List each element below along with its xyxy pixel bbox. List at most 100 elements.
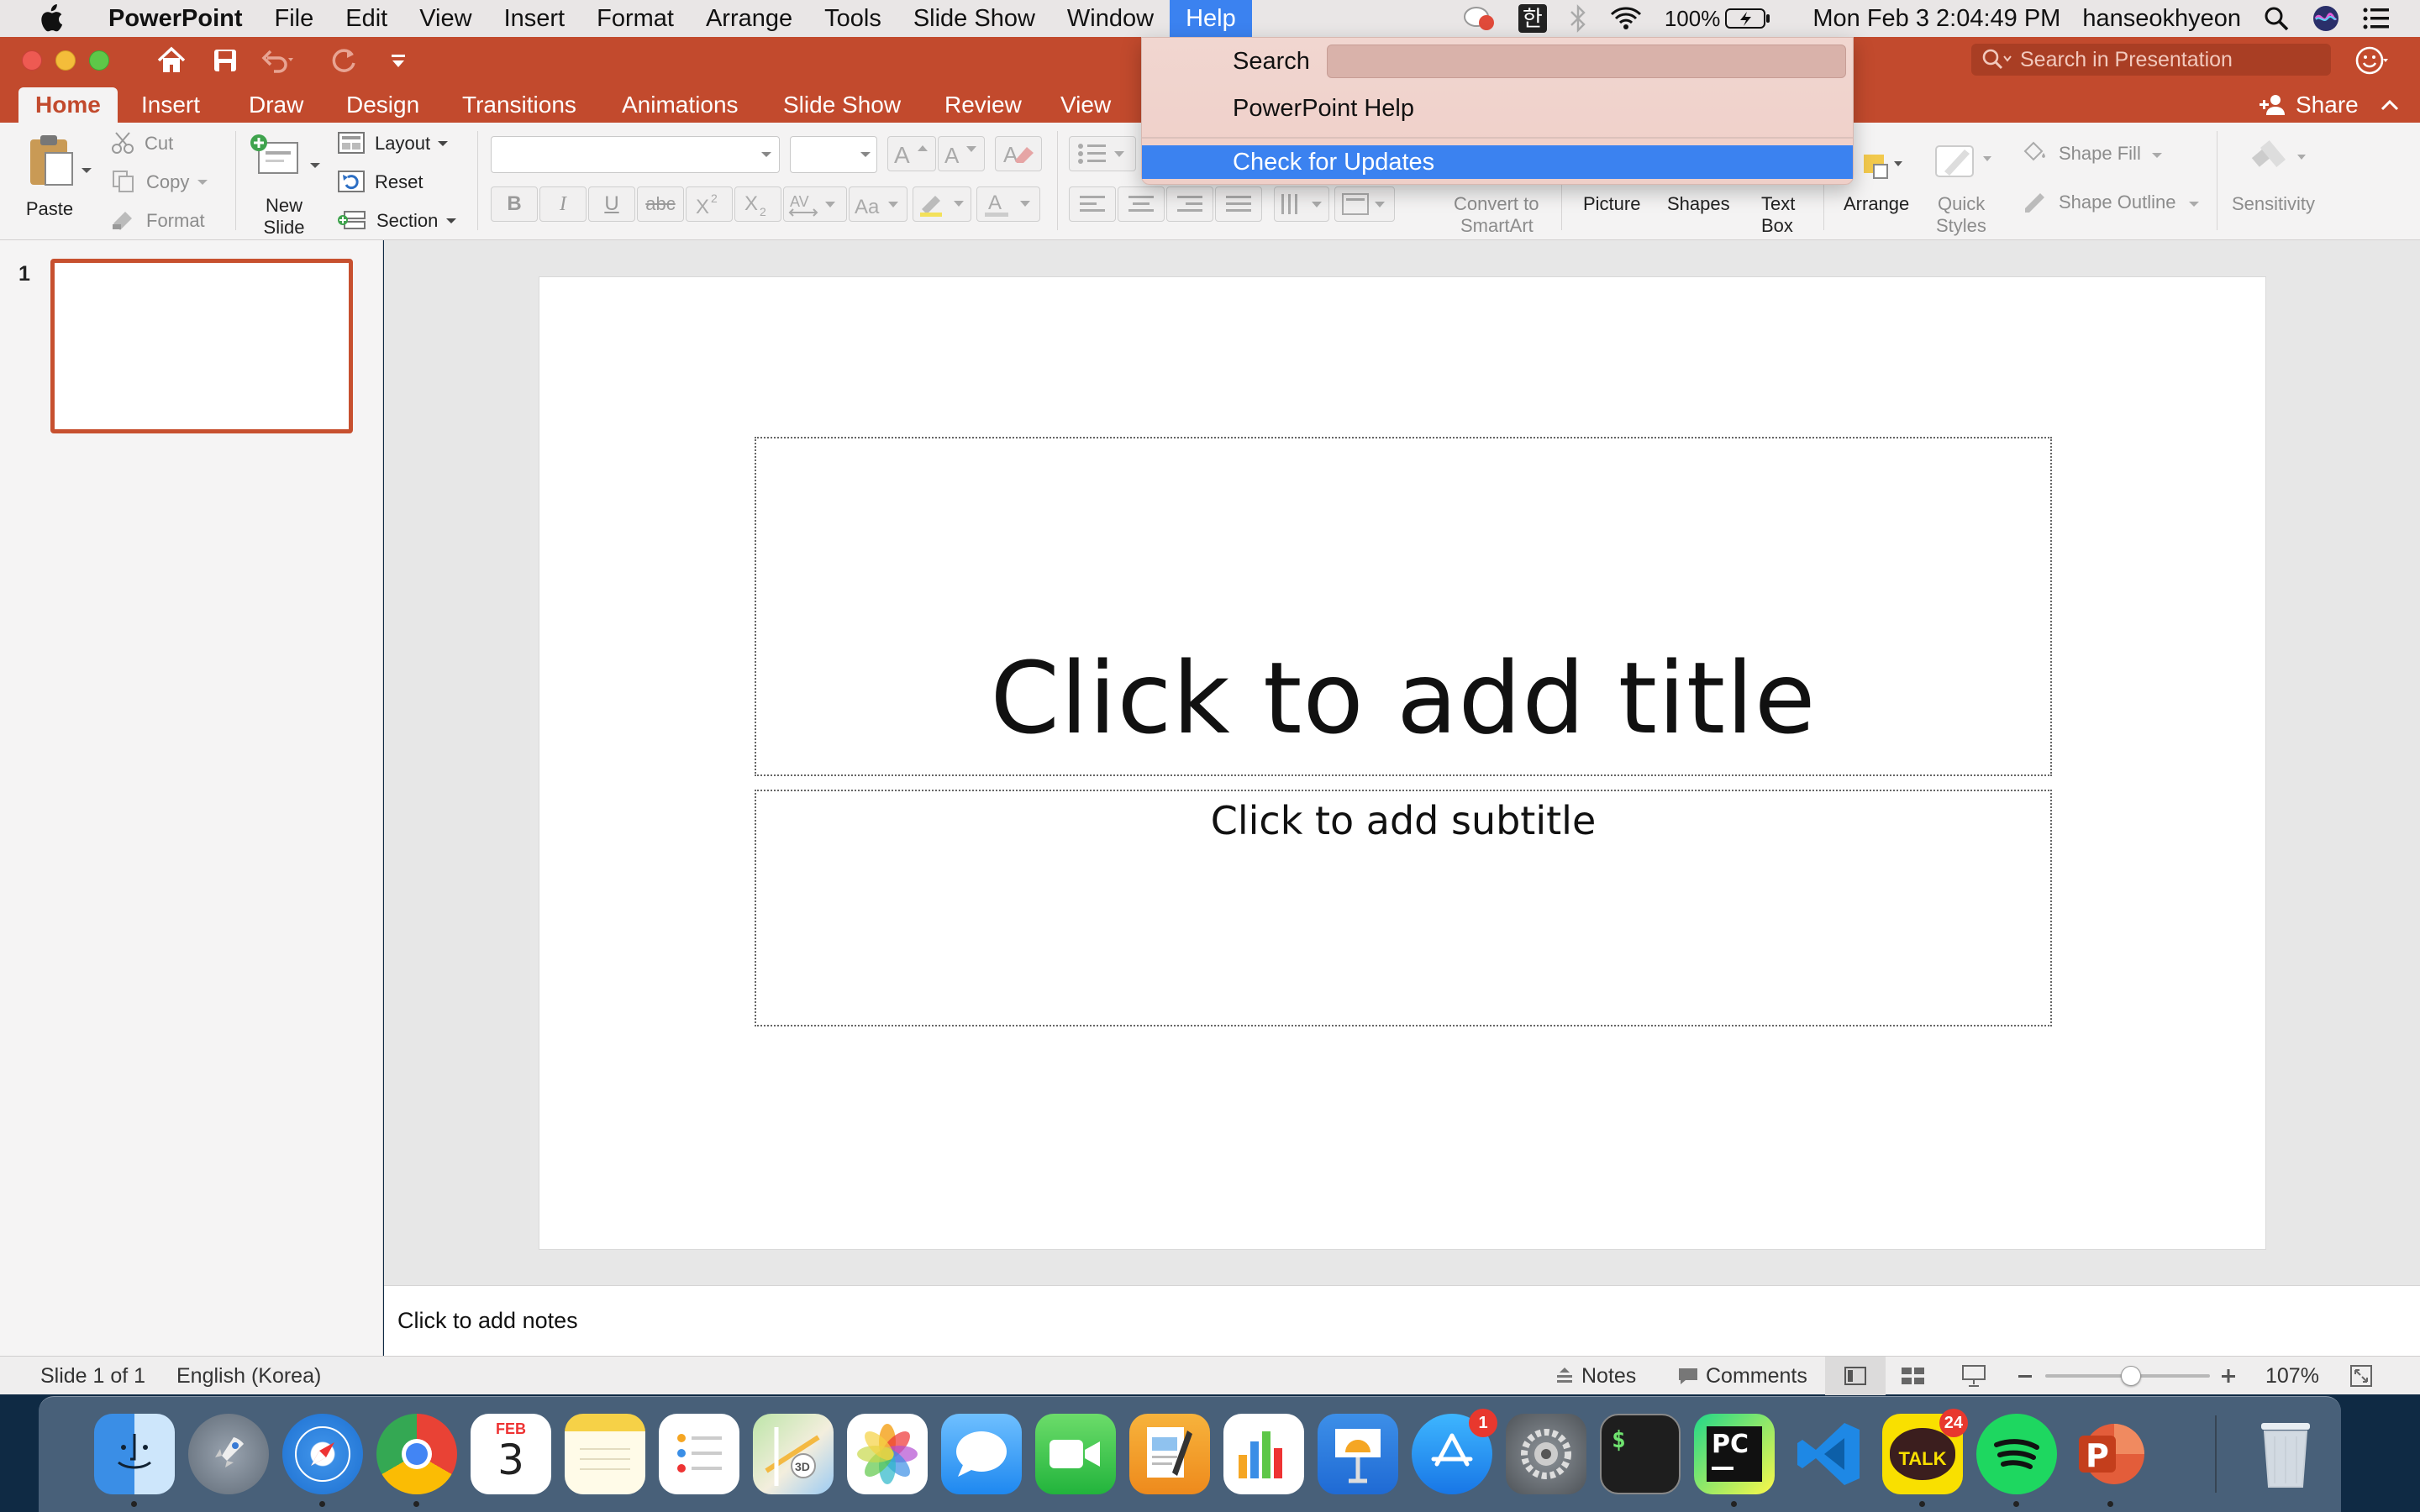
subscript-button[interactable]: X2 bbox=[734, 186, 781, 222]
fit-to-window-button[interactable] bbox=[2349, 1357, 2373, 1395]
menu-help[interactable]: Help bbox=[1170, 0, 1252, 37]
quick-styles-button[interactable]: Quick Styles bbox=[1928, 131, 2003, 240]
user-name[interactable]: hanseokhyeon bbox=[2071, 0, 2252, 37]
zoom-level[interactable]: 107% bbox=[2265, 1357, 2319, 1395]
vscode-icon[interactable] bbox=[1788, 1414, 1869, 1494]
tab-transitions[interactable]: Transitions bbox=[445, 87, 593, 123]
help-menu-item-check-for-updates[interactable]: Check for Updates bbox=[1142, 145, 1853, 179]
text-box-button[interactable]: Text Box bbox=[1756, 193, 1802, 240]
battery-status[interactable]: 100% bbox=[1654, 0, 1784, 37]
font-color-button[interactable]: A bbox=[976, 186, 1040, 222]
zoom-window-button[interactable] bbox=[89, 50, 109, 71]
siri-icon[interactable] bbox=[2301, 0, 2351, 37]
notes-pane[interactable]: Click to add notes bbox=[384, 1285, 2420, 1356]
tab-animations[interactable]: Animations bbox=[605, 87, 755, 123]
notes-toggle-button[interactable]: Notes bbox=[1555, 1357, 1636, 1395]
convert-smartart-label-1[interactable]: Convert to bbox=[1454, 193, 1539, 215]
format-painter-button[interactable]: Format bbox=[111, 208, 220, 234]
paste-button[interactable]: Paste bbox=[15, 131, 92, 223]
tab-slide-show[interactable]: Slide Show bbox=[766, 87, 918, 123]
tab-design[interactable]: Design bbox=[329, 87, 436, 123]
shapes-button[interactable]: Shapes bbox=[1667, 193, 1730, 215]
terminal-icon[interactable]: $ bbox=[1600, 1414, 1681, 1494]
bold-button[interactable]: B bbox=[491, 186, 538, 222]
trash-icon[interactable] bbox=[2245, 1414, 2326, 1494]
align-right-button[interactable] bbox=[1166, 186, 1213, 222]
datetime[interactable]: Mon Feb 3 2:04:49 PM bbox=[1802, 0, 2071, 37]
decrease-font-size-button[interactable]: A bbox=[938, 136, 985, 171]
subtitle-placeholder[interactable]: Click to add subtitle bbox=[755, 790, 2052, 1026]
tab-draw[interactable]: Draw bbox=[232, 87, 320, 123]
pycharm-icon[interactable]: PC bbox=[1694, 1414, 1775, 1494]
safari-icon[interactable] bbox=[282, 1414, 363, 1494]
wifi-icon[interactable] bbox=[1598, 0, 1654, 37]
tab-review[interactable]: Review bbox=[928, 87, 1039, 123]
change-case-button[interactable]: Aa bbox=[849, 186, 908, 222]
input-source-icon[interactable]: 한 bbox=[1507, 0, 1558, 37]
increase-font-size-button[interactable]: A bbox=[887, 136, 936, 171]
launchpad-icon[interactable] bbox=[188, 1414, 269, 1494]
powerpoint-icon[interactable]: P bbox=[2070, 1414, 2151, 1494]
chrome-icon[interactable] bbox=[376, 1414, 457, 1494]
facetime-icon[interactable] bbox=[1035, 1414, 1116, 1494]
slide-thumbnail[interactable] bbox=[50, 259, 353, 433]
reading-view-button[interactable] bbox=[1961, 1357, 1986, 1395]
align-center-button[interactable] bbox=[1118, 186, 1165, 222]
pages-icon[interactable] bbox=[1129, 1414, 1210, 1494]
share-button[interactable]: Share bbox=[2259, 87, 2401, 123]
search-in-presentation[interactable]: Search in Presentation bbox=[1971, 44, 2331, 76]
menu-insert[interactable]: Insert bbox=[488, 0, 581, 37]
home-icon[interactable] bbox=[155, 45, 188, 76]
menu-view[interactable]: View bbox=[403, 0, 487, 37]
menu-edit[interactable]: Edit bbox=[329, 0, 403, 37]
spotlight-search-icon[interactable] bbox=[2252, 0, 2301, 37]
menu-file[interactable]: File bbox=[259, 0, 330, 37]
slide-canvas[interactable]: Click to add title Click to add subtitle bbox=[539, 277, 2265, 1249]
app-store-icon[interactable]: 1 bbox=[1412, 1409, 1497, 1494]
picture-button[interactable]: Picture bbox=[1583, 193, 1640, 215]
shape-fill-button[interactable]: Shape Fill bbox=[2020, 139, 2180, 168]
title-placeholder[interactable]: Click to add title bbox=[755, 437, 2052, 776]
align-left-button[interactable] bbox=[1069, 186, 1116, 222]
font-size-dropdown[interactable] bbox=[790, 136, 877, 173]
justify-button[interactable] bbox=[1215, 186, 1262, 222]
columns-button[interactable] bbox=[1274, 186, 1329, 222]
strikethrough-button[interactable]: abc bbox=[637, 186, 684, 222]
messages-icon[interactable] bbox=[941, 1414, 1022, 1494]
bluetooth-icon[interactable] bbox=[1558, 0, 1598, 37]
layout-button[interactable]: Layout bbox=[338, 131, 455, 156]
character-spacing-button[interactable]: AV bbox=[783, 186, 847, 222]
italic-button[interactable]: I bbox=[539, 186, 587, 222]
language-status[interactable]: English (Korea) bbox=[176, 1357, 321, 1395]
finder-icon[interactable] bbox=[94, 1414, 175, 1494]
chevron-up-icon[interactable] bbox=[2379, 97, 2401, 113]
font-name-dropdown[interactable] bbox=[491, 136, 780, 173]
tab-home[interactable]: Home bbox=[18, 87, 118, 123]
notes-app-icon[interactable] bbox=[565, 1414, 645, 1494]
zoom-slider[interactable] bbox=[2045, 1357, 2210, 1395]
reminders-icon[interactable] bbox=[659, 1414, 739, 1494]
zoom-slider-thumb[interactable] bbox=[2121, 1366, 2141, 1386]
tab-view[interactable]: View bbox=[1044, 87, 1128, 123]
redo-icon[interactable] bbox=[328, 45, 361, 76]
menu-tools[interactable]: Tools bbox=[808, 0, 897, 37]
menu-format[interactable]: Format bbox=[581, 0, 690, 37]
copy-button[interactable]: Copy bbox=[111, 170, 220, 195]
close-window-button[interactable] bbox=[22, 50, 42, 71]
calendar-icon[interactable]: FEB 3 bbox=[471, 1414, 551, 1494]
photos-icon[interactable] bbox=[847, 1414, 928, 1494]
comments-toggle-button[interactable]: Comments bbox=[1677, 1357, 1807, 1395]
zoom-out-button[interactable] bbox=[2017, 1357, 2033, 1395]
customize-toolbar-icon[interactable] bbox=[381, 45, 415, 76]
save-icon[interactable] bbox=[208, 45, 242, 76]
feedback-smiley-icon[interactable] bbox=[2354, 44, 2388, 77]
notification-app-icon[interactable] bbox=[1452, 0, 1507, 37]
maps-icon[interactable]: 3D bbox=[753, 1414, 834, 1494]
kakaotalk-icon[interactable]: TALK 24 bbox=[1882, 1409, 1968, 1494]
tab-insert[interactable]: Insert bbox=[124, 87, 217, 123]
section-button[interactable]: Section bbox=[338, 208, 464, 234]
normal-view-button[interactable] bbox=[1825, 1357, 1886, 1395]
sensitivity-button[interactable]: Sensitivity bbox=[2232, 131, 2321, 228]
bullets-button[interactable] bbox=[1069, 136, 1136, 171]
slide-sorter-button[interactable] bbox=[1901, 1357, 1926, 1395]
